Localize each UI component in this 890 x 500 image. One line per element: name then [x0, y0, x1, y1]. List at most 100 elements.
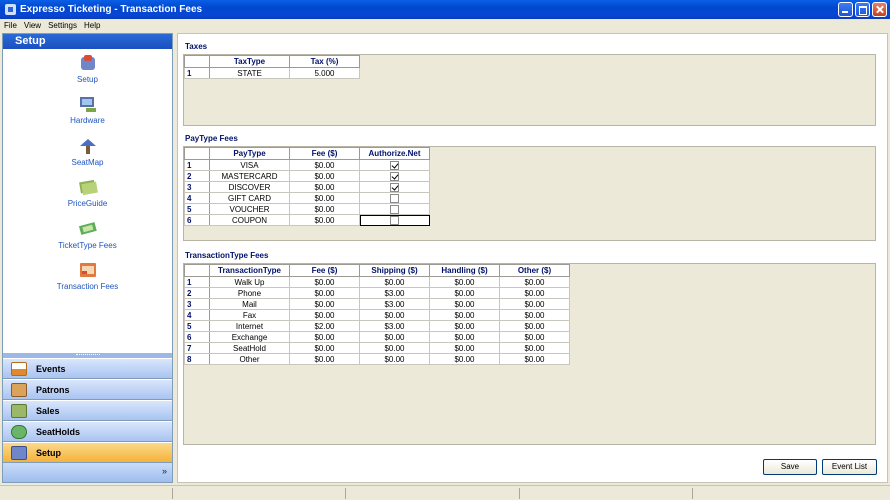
- col-handling[interactable]: Handling ($): [429, 264, 500, 277]
- expand-chevron-icon[interactable]: »: [162, 466, 167, 476]
- table-row[interactable]: 6 COUPON $0.00: [184, 214, 430, 226]
- cell-fee[interactable]: $2.00: [289, 320, 360, 332]
- event-list-button[interactable]: Event List: [822, 459, 877, 475]
- cell-handling[interactable]: $0.00: [429, 342, 500, 354]
- cell-shipping[interactable]: $0.00: [359, 309, 430, 321]
- table-row[interactable]: 3 DISCOVER $0.00: [184, 181, 430, 193]
- col-authorize-net[interactable]: Authorize.Net: [359, 147, 430, 160]
- cell-fee[interactable]: $0.00: [289, 214, 360, 226]
- cell-transactiontype[interactable]: Mail: [209, 298, 290, 310]
- cell-shipping[interactable]: $3.00: [359, 287, 430, 299]
- table-row[interactable]: 4 Fax $0.00 $0.00 $0.00 $0.00: [184, 309, 570, 321]
- cell-handling[interactable]: $0.00: [429, 353, 500, 365]
- cell-fee[interactable]: $0.00: [289, 170, 360, 182]
- nav-patrons[interactable]: Patrons: [3, 379, 172, 400]
- menu-settings[interactable]: Settings: [48, 21, 77, 30]
- table-row[interactable]: 8 Other $0.00 $0.00 $0.00 $0.00: [184, 353, 570, 365]
- authorize-checkbox[interactable]: [390, 215, 399, 225]
- cell-handling[interactable]: $0.00: [429, 276, 500, 288]
- cell-handling[interactable]: $0.00: [429, 309, 500, 321]
- cell-other[interactable]: $0.00: [499, 353, 570, 365]
- nav-events[interactable]: Events: [3, 358, 172, 379]
- cell-authorize-net[interactable]: [359, 192, 430, 204]
- nav-sales[interactable]: Sales: [3, 400, 172, 421]
- cell-fee[interactable]: $0.00: [289, 353, 360, 365]
- cell-paytype[interactable]: COUPON: [209, 214, 290, 226]
- cell-authorize-net[interactable]: [359, 170, 430, 182]
- table-row[interactable]: 3 Mail $0.00 $3.00 $0.00 $0.00: [184, 298, 570, 310]
- cell-other[interactable]: $0.00: [499, 309, 570, 321]
- table-row[interactable]: 1 Walk Up $0.00 $0.00 $0.00 $0.00: [184, 276, 570, 288]
- table-row[interactable]: 2 Phone $0.00 $3.00 $0.00 $0.00: [184, 287, 570, 299]
- cell-handling[interactable]: $0.00: [429, 320, 500, 332]
- cell-taxtype[interactable]: STATE: [209, 67, 290, 79]
- cell-fee[interactable]: $0.00: [289, 331, 360, 343]
- cell-fee[interactable]: $0.00: [289, 203, 360, 215]
- nav-setup[interactable]: Setup: [3, 442, 172, 463]
- tool-transaction-fees[interactable]: Transaction Fees: [3, 261, 172, 291]
- authorize-checkbox[interactable]: [390, 182, 399, 192]
- cell-other[interactable]: $0.00: [499, 342, 570, 354]
- cell-paytype[interactable]: MASTERCARD: [209, 170, 290, 182]
- cell-shipping[interactable]: $0.00: [359, 331, 430, 343]
- menu-file[interactable]: File: [4, 21, 17, 30]
- cell-fee[interactable]: $0.00: [289, 309, 360, 321]
- col-shipping[interactable]: Shipping ($): [359, 264, 430, 277]
- tool-setup[interactable]: Setup: [3, 54, 172, 84]
- cell-paytype[interactable]: DISCOVER: [209, 181, 290, 193]
- col-paytype[interactable]: PayType: [209, 147, 290, 160]
- cell-fee[interactable]: $0.00: [289, 287, 360, 299]
- col-fee[interactable]: Fee ($): [289, 264, 360, 277]
- cell-shipping[interactable]: $3.00: [359, 320, 430, 332]
- cell-shipping[interactable]: $0.00: [359, 342, 430, 354]
- table-row[interactable]: 4 GIFT CARD $0.00: [184, 192, 430, 204]
- cell-shipping[interactable]: $3.00: [359, 298, 430, 310]
- table-row[interactable]: 1 STATE 5.000: [184, 67, 360, 79]
- cell-authorize-net[interactable]: [359, 214, 430, 226]
- cell-transactiontype[interactable]: Walk Up: [209, 276, 290, 288]
- authorize-checkbox[interactable]: [390, 160, 399, 170]
- cell-handling[interactable]: $0.00: [429, 287, 500, 299]
- cell-authorize-net[interactable]: [359, 159, 430, 171]
- table-row[interactable]: 5 Internet $2.00 $3.00 $0.00 $0.00: [184, 320, 570, 332]
- cell-paytype[interactable]: VOUCHER: [209, 203, 290, 215]
- cell-fee[interactable]: $0.00: [289, 192, 360, 204]
- cell-transactiontype[interactable]: Exchange: [209, 331, 290, 343]
- cell-other[interactable]: $0.00: [499, 320, 570, 332]
- cell-other[interactable]: $0.00: [499, 331, 570, 343]
- cell-paytype[interactable]: GIFT CARD: [209, 192, 290, 204]
- table-row[interactable]: 2 MASTERCARD $0.00: [184, 170, 430, 182]
- cell-fee[interactable]: $0.00: [289, 181, 360, 193]
- minimize-button[interactable]: [838, 2, 853, 17]
- cell-tax[interactable]: 5.000: [289, 67, 360, 79]
- authorize-checkbox[interactable]: [390, 171, 399, 181]
- tool-priceguide[interactable]: PriceGuide: [3, 178, 172, 208]
- cell-transactiontype[interactable]: Other: [209, 353, 290, 365]
- authorize-checkbox[interactable]: [390, 204, 399, 214]
- cell-fee[interactable]: $0.00: [289, 342, 360, 354]
- table-row[interactable]: 1 VISA $0.00: [184, 159, 430, 171]
- cell-other[interactable]: $0.00: [499, 298, 570, 310]
- table-row[interactable]: 7 SeatHold $0.00 $0.00 $0.00 $0.00: [184, 342, 570, 354]
- cell-handling[interactable]: $0.00: [429, 331, 500, 343]
- cell-other[interactable]: $0.00: [499, 287, 570, 299]
- col-fee[interactable]: Fee ($): [289, 147, 360, 160]
- col-tax[interactable]: Tax (%): [289, 55, 360, 68]
- close-button[interactable]: [872, 2, 887, 17]
- col-transactiontype[interactable]: TransactionType: [209, 264, 290, 277]
- cell-shipping[interactable]: $0.00: [359, 276, 430, 288]
- cell-transactiontype[interactable]: Internet: [209, 320, 290, 332]
- tool-hardware[interactable]: Hardware: [3, 95, 172, 125]
- cell-fee[interactable]: $0.00: [289, 159, 360, 171]
- tool-seatmap[interactable]: SeatMap: [3, 137, 172, 167]
- nav-seatholds[interactable]: SeatHolds: [3, 421, 172, 442]
- cell-shipping[interactable]: $0.00: [359, 353, 430, 365]
- tool-tickettype-fees[interactable]: TicketType Fees: [3, 220, 172, 250]
- cell-fee[interactable]: $0.00: [289, 276, 360, 288]
- cell-transactiontype[interactable]: Fax: [209, 309, 290, 321]
- maximize-button[interactable]: [855, 2, 870, 17]
- table-row[interactable]: 5 VOUCHER $0.00: [184, 203, 430, 215]
- table-row[interactable]: 6 Exchange $0.00 $0.00 $0.00 $0.00: [184, 331, 570, 343]
- cell-fee[interactable]: $0.00: [289, 298, 360, 310]
- authorize-checkbox[interactable]: [390, 193, 399, 203]
